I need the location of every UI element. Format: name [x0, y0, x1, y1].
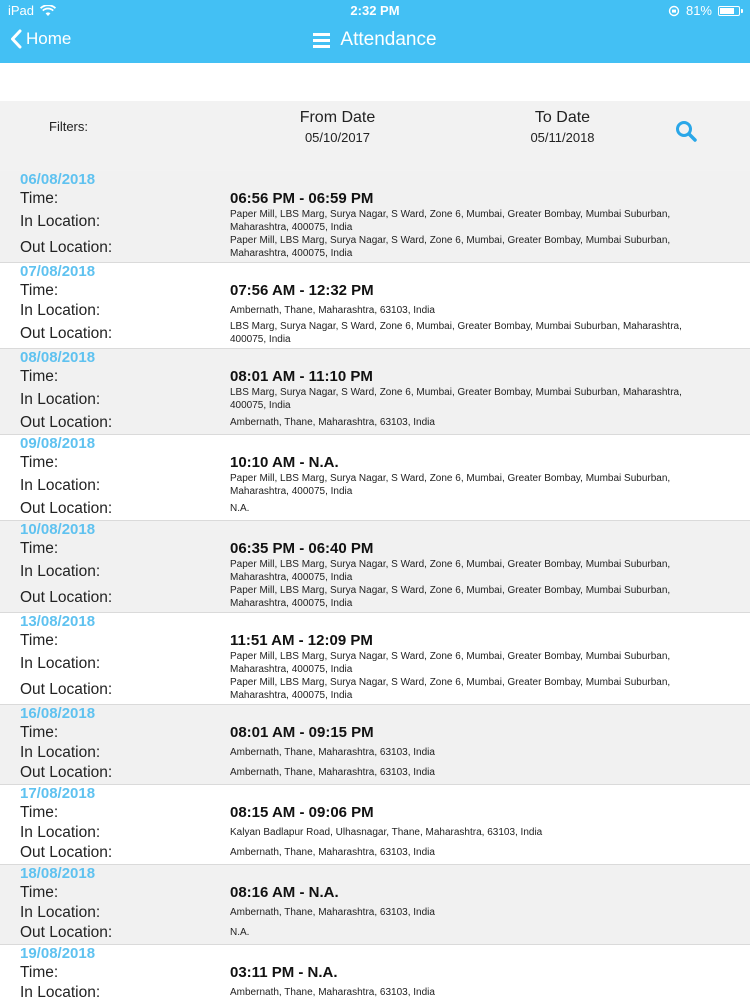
- record-out-location: Paper Mill, LBS Marg, Surya Nagar, S War…: [230, 677, 671, 701]
- attendance-list[interactable]: 06/08/2018 Time: 06:56 PM - 06:59 PM In Loc…: [0, 171, 750, 1000]
- page-title: Attendance: [340, 29, 437, 50]
- record-time: 08:15 AM - 09:06 PM: [230, 804, 374, 821]
- record-time: 11:51 AM - 12:09 PM: [230, 632, 373, 649]
- record-out-location: LBS Marg, Surya Nagar, S Ward, Zone 6, M…: [230, 321, 682, 345]
- in-location-label: In Location:: [20, 302, 101, 319]
- time-label: Time:: [20, 964, 59, 981]
- time-label: Time:: [20, 190, 59, 207]
- record-date: 13/08/2018: [20, 613, 96, 630]
- record-time: 06:56 PM - 06:59 PM: [230, 190, 374, 207]
- in-location-label: In Location:: [20, 904, 101, 921]
- status-time: 2:32 PM: [350, 3, 400, 18]
- in-location-label: In Location:: [20, 824, 101, 841]
- hamburger-menu-icon[interactable]: [313, 32, 331, 48]
- out-location-label: Out Location:: [20, 325, 113, 342]
- in-location-label: In Location:: [20, 563, 101, 580]
- record-out-location: Ambernath, Thane, Maharashtra, 63103, In…: [230, 417, 435, 428]
- in-location-label: In Location:: [20, 477, 101, 494]
- record-out-location: Ambernath, Thane, Maharashtra, 63103, In…: [230, 767, 435, 778]
- out-location-label: Out Location:: [20, 764, 113, 781]
- search-icon[interactable]: [674, 119, 698, 143]
- out-location-label: Out Location:: [20, 681, 113, 698]
- time-label: Time:: [20, 368, 59, 385]
- out-location-label: Out Location:: [20, 239, 113, 256]
- out-location-label: Out Location:: [20, 500, 113, 517]
- in-location-label: In Location:: [20, 391, 101, 408]
- record-time: 08:01 AM - 09:15 PM: [230, 724, 374, 741]
- attendance-record[interactable]: 09/08/2018 Time: 10:10 AM - N.A. In Locatio…: [0, 435, 750, 521]
- from-date-picker[interactable]: From Date 05/10/2017: [280, 109, 395, 145]
- time-label: Time:: [20, 884, 59, 901]
- attendance-record[interactable]: 13/08/2018 Time: 11:51 AM - 12:09 PM In Loc…: [0, 613, 750, 705]
- out-location-label: Out Location:: [20, 924, 113, 941]
- battery-level: [720, 7, 734, 14]
- record-date: 16/08/2018: [20, 705, 96, 722]
- record-out-location: Ambernath, Thane, Maharashtra, 63103, In…: [230, 847, 435, 858]
- attendance-record[interactable]: 06/08/2018 Time: 06:56 PM - 06:59 PM In Loc…: [0, 171, 750, 263]
- filters-label: Filters:: [49, 119, 88, 134]
- attendance-record[interactable]: 08/08/2018 Time: 08:01 AM - 11:10 PM In Loc…: [0, 349, 750, 435]
- battery-percent: 81%: [685, 3, 712, 18]
- record-in-location: Ambernath, Thane, Maharashtra, 63103, In…: [230, 305, 435, 316]
- record-date: 07/08/2018: [20, 263, 96, 280]
- attendance-record[interactable]: 18/08/2018 Time: 08:16 AM - N.A. In Locatio…: [0, 865, 750, 945]
- attendance-record[interactable]: 16/08/2018 Time: 08:01 AM - 09:15 PM In Loc…: [0, 705, 750, 785]
- battery-icon: [718, 5, 743, 16]
- time-label: Time:: [20, 540, 59, 557]
- record-in-location: Paper Mill, LBS Marg, Surya Nagar, S War…: [230, 473, 671, 497]
- time-label: Time:: [20, 632, 59, 649]
- record-time: 10:10 AM - N.A.: [230, 454, 339, 471]
- record-time: 06:35 PM - 06:40 PM: [230, 540, 374, 557]
- app-root: iPad 2:32 PM 81% Home Attendance Filters…: [0, 0, 750, 1000]
- record-in-location: LBS Marg, Surya Nagar, S Ward, Zone 6, M…: [230, 387, 682, 411]
- record-time: 03:11 PM - N.A.: [230, 964, 338, 981]
- from-date-label: From Date: [299, 109, 376, 126]
- rotation-lock-icon: [668, 5, 680, 16]
- in-location-label: In Location:: [20, 984, 101, 1000]
- record-time: 07:56 AM - 12:32 PM: [230, 282, 374, 299]
- to-date-picker[interactable]: To Date 05/11/2018: [505, 109, 620, 145]
- record-in-location: Kalyan Badlapur Road, Ulhasnagar, Thane,…: [230, 827, 543, 838]
- record-time: 08:16 AM - N.A.: [230, 884, 339, 901]
- in-location-label: In Location:: [20, 655, 101, 672]
- time-label: Time:: [20, 282, 59, 299]
- record-in-location: Paper Mill, LBS Marg, Surya Nagar, S War…: [230, 559, 671, 583]
- attendance-record[interactable]: 19/08/2018 Time: 03:11 PM - N.A. In Locatio…: [0, 945, 750, 1000]
- record-date: 10/08/2018: [20, 521, 96, 538]
- record-time: 08:01 AM - 11:10 PM: [230, 368, 373, 385]
- record-out-location: Paper Mill, LBS Marg, Surya Nagar, S War…: [230, 585, 671, 609]
- record-in-location: Paper Mill, LBS Marg, Surya Nagar, S War…: [230, 651, 671, 675]
- record-date: 09/08/2018: [20, 435, 96, 452]
- record-in-location: Ambernath, Thane, Maharashtra, 63103, In…: [230, 987, 435, 998]
- record-in-location: Ambernath, Thane, Maharashtra, 63103, In…: [230, 747, 435, 758]
- time-label: Time:: [20, 804, 59, 821]
- time-label: Time:: [20, 454, 59, 471]
- time-label: Time:: [20, 724, 59, 741]
- out-location-label: Out Location:: [20, 414, 113, 431]
- filters-bar: Filters: From Date 05/10/2017 To Date 05…: [0, 101, 750, 171]
- from-date-value: 05/10/2017: [304, 130, 371, 145]
- record-out-location: Paper Mill, LBS Marg, Surya Nagar, S War…: [230, 235, 671, 259]
- attendance-record[interactable]: 10/08/2018 Time: 06:35 PM - 06:40 PM In Loc…: [0, 521, 750, 613]
- to-date-label: To Date: [534, 109, 591, 126]
- navigation-bar: Home Attendance: [0, 20, 750, 63]
- record-date: 17/08/2018: [20, 785, 96, 802]
- record-in-location: Paper Mill, LBS Marg, Surya Nagar, S War…: [230, 209, 671, 233]
- record-in-location: Ambernath, Thane, Maharashtra, 63103, In…: [230, 907, 435, 918]
- header-spacer: [0, 63, 750, 101]
- status-bar: iPad 2:32 PM 81%: [0, 0, 750, 20]
- in-location-label: In Location:: [20, 213, 101, 230]
- record-date: 18/08/2018: [20, 865, 96, 882]
- out-location-label: Out Location:: [20, 844, 113, 861]
- attendance-record[interactable]: 17/08/2018 Time: 08:15 AM - 09:06 PM In Loc…: [0, 785, 750, 865]
- attendance-record[interactable]: 07/08/2018 Time: 07:56 AM - 12:32 PM In Loc…: [0, 263, 750, 349]
- record-out-location: N.A.: [230, 503, 250, 514]
- record-date: 08/08/2018: [20, 349, 96, 366]
- record-date: 19/08/2018: [20, 945, 96, 962]
- out-location-label: Out Location:: [20, 589, 113, 606]
- record-date: 06/08/2018: [20, 171, 96, 188]
- in-location-label: In Location:: [20, 744, 101, 761]
- record-out-location: N.A.: [230, 927, 250, 938]
- to-date-value: 05/11/2018: [530, 130, 595, 145]
